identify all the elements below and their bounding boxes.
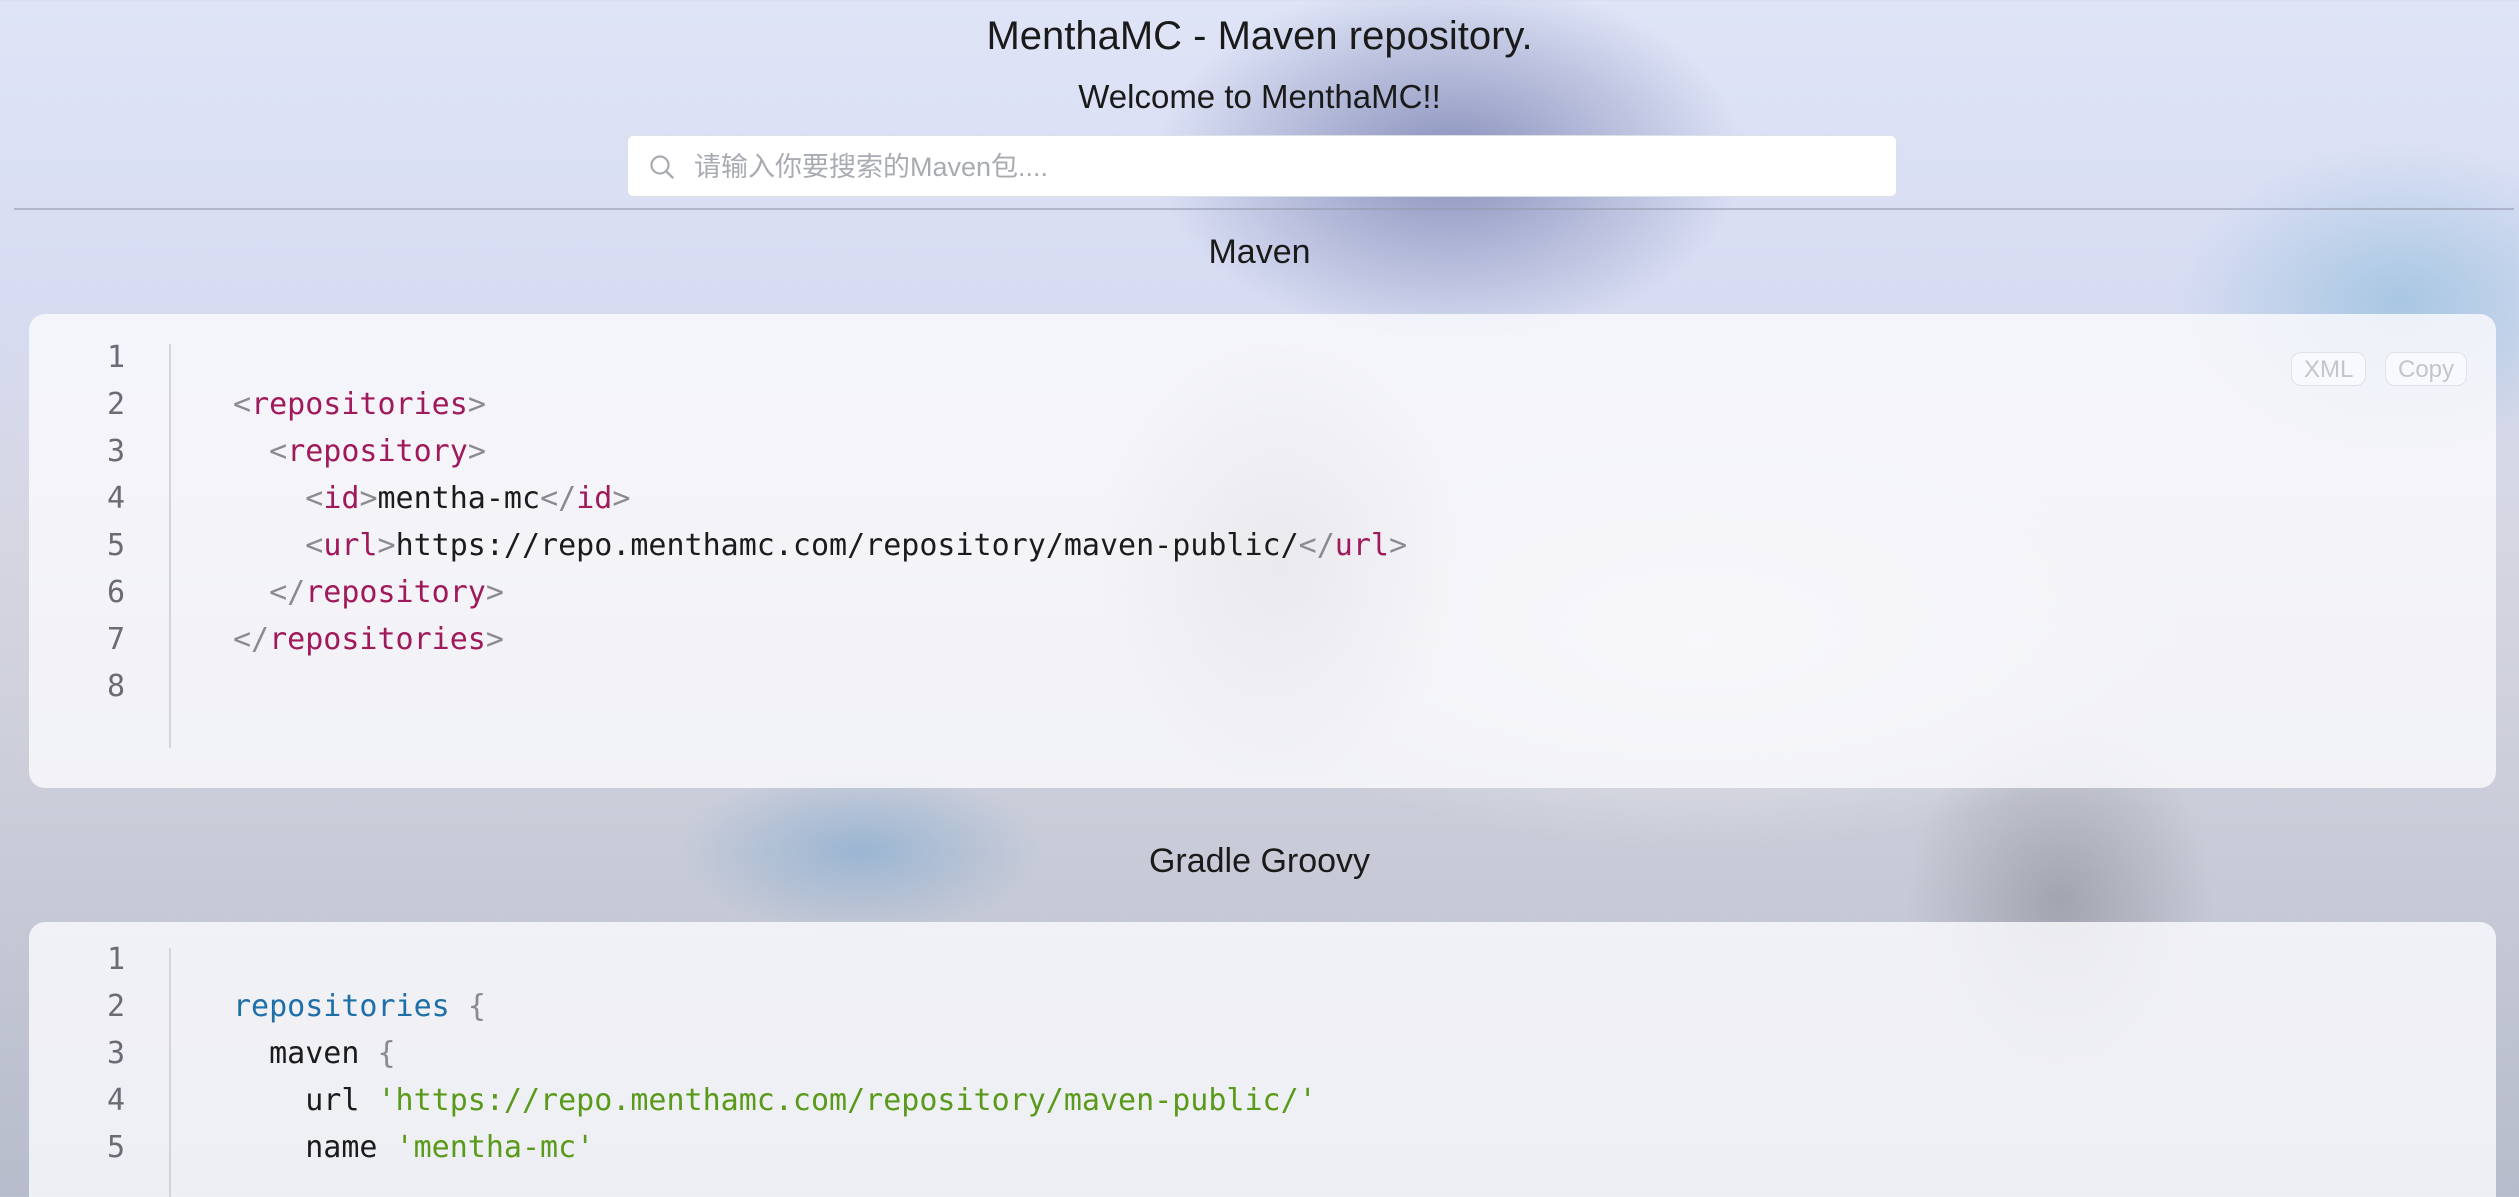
line-number: 1: [106, 942, 125, 977]
section-title-gradle-groovy: Gradle Groovy: [1148, 842, 1371, 880]
code-line: name 'mentha-mc': [305, 1130, 595, 1165]
gutter-divider: [169, 948, 171, 1197]
search-input[interactable]: [692, 136, 1876, 198]
line-number: 1: [106, 340, 125, 375]
line-number: 2: [106, 387, 125, 422]
code-line: <repository>: [269, 434, 486, 469]
code-block-maven: 1 2 3 4 5 6 7 8 <repositories> <reposito…: [29, 314, 2496, 788]
line-number: 3: [106, 1036, 125, 1071]
line-number: 5: [106, 1130, 125, 1165]
copy-button[interactable]: Copy: [2385, 352, 2468, 386]
line-number: 4: [106, 1083, 125, 1118]
line-number: 7: [106, 622, 125, 657]
language-badge: XML: [2291, 352, 2367, 386]
line-number: 5: [106, 528, 125, 563]
line-number: 4: [106, 481, 125, 516]
code-line: maven {: [269, 1036, 396, 1071]
line-number: 3: [106, 434, 125, 469]
code-line: url 'https://repo.menthamc.com/repositor…: [305, 1083, 1317, 1118]
code-line: </repository>: [269, 575, 504, 610]
code-line: repositories {: [233, 989, 486, 1024]
search-icon: [650, 155, 674, 179]
code-line: <repositories>: [233, 387, 486, 422]
search-box[interactable]: [627, 135, 1897, 198]
page-subtitle: Welcome to MenthaMC!!: [1078, 78, 1441, 115]
code-line: <url>https://repo.menthamc.com/repositor…: [305, 528, 1408, 563]
line-number: 6: [106, 575, 125, 610]
code-line: </repositories>: [233, 622, 504, 657]
page-title: MenthaMC - Maven repository.: [986, 14, 1533, 58]
code-line: <id>mentha-mc</id>: [305, 481, 631, 516]
section-title-maven: Maven: [1208, 233, 1311, 271]
line-number: 8: [106, 669, 125, 704]
header-divider: [14, 208, 2514, 210]
line-number: 2: [106, 989, 125, 1024]
code-block-gradle-groovy: 1 2 3 4 5 repositories { maven { url 'ht…: [29, 922, 2496, 1197]
gutter-divider: [169, 344, 171, 748]
